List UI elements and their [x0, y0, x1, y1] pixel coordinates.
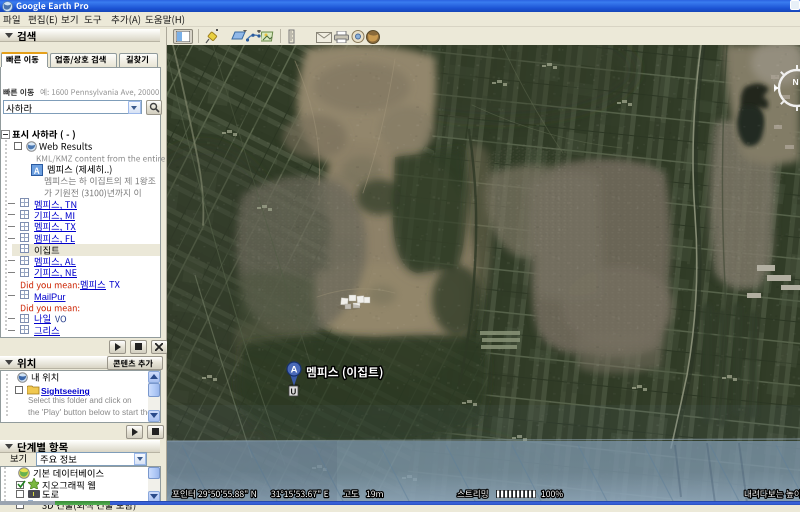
svg-text:Sightseeing: Sightseeing [41, 386, 90, 396]
svg-text:U: U [291, 388, 297, 397]
svg-text:A: A [291, 365, 298, 376]
svg-text:N: N [793, 77, 799, 87]
